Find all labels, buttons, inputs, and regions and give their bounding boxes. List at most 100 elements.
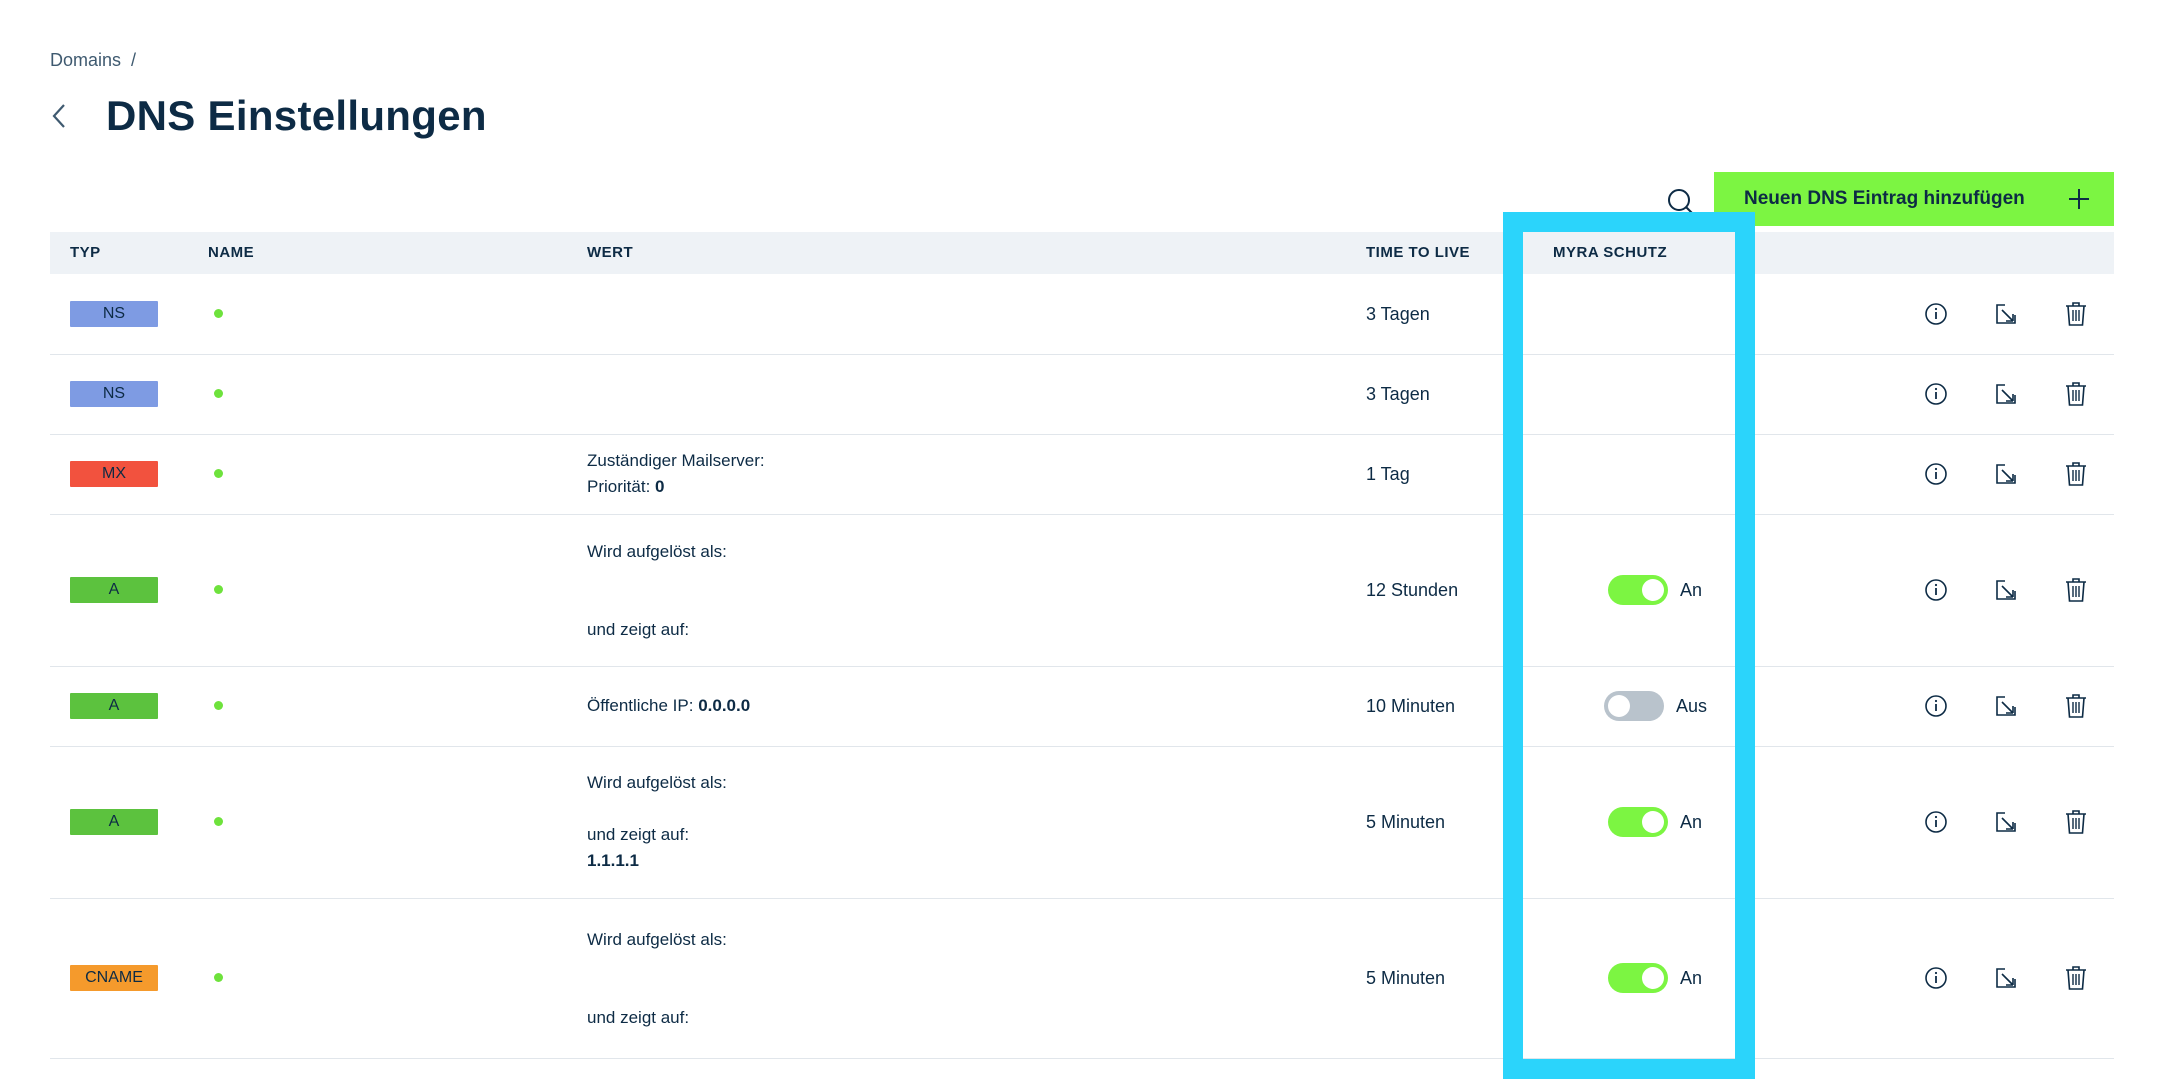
search-button[interactable] xyxy=(1665,186,1699,220)
toggle-knob xyxy=(1642,811,1664,833)
toggle-knob xyxy=(1608,695,1630,717)
edit-icon xyxy=(1996,384,2016,404)
info-button[interactable] xyxy=(1922,692,1950,720)
edit-button[interactable] xyxy=(1992,964,2020,992)
info-button[interactable] xyxy=(1922,964,1950,992)
ttl-value: 3 Tagen xyxy=(1366,303,1430,324)
toggle-knob xyxy=(1642,967,1664,989)
edit-button[interactable] xyxy=(1992,300,2020,328)
delete-button[interactable] xyxy=(2062,380,2090,408)
trash-icon xyxy=(2066,382,2086,406)
column-header-name: NAME xyxy=(208,244,255,261)
back-button[interactable] xyxy=(50,96,80,136)
edit-icon xyxy=(1996,580,2016,600)
myra-protection-label: An xyxy=(1680,579,1703,600)
myra-protection-toggle[interactable] xyxy=(1608,807,1668,837)
breadcrumb-domains-link[interactable]: Domains xyxy=(50,50,121,70)
delete-button[interactable] xyxy=(2062,808,2090,836)
name-status-dot xyxy=(214,817,223,826)
record-type-badge: A xyxy=(70,577,158,603)
breadcrumb: Domains / xyxy=(50,50,136,71)
trash-icon xyxy=(2066,578,2086,602)
table-row: CNAME Wird aufgelöst als: und zeigt auf: 5 … xyxy=(50,898,2114,1059)
title-row: DNS Einstellungen xyxy=(50,92,487,140)
edit-button[interactable] xyxy=(1992,460,2020,488)
info-icon xyxy=(1925,967,1947,989)
breadcrumb-separator: / xyxy=(131,50,137,70)
value-line: und zeigt auf: xyxy=(587,822,689,848)
name-status-dot xyxy=(214,585,223,594)
edit-button[interactable] xyxy=(1992,692,2020,720)
record-value: Wird aufgelöst als: und zeigt auf: xyxy=(587,532,727,649)
edit-icon xyxy=(1996,968,2016,988)
table-row: A Wird aufgelöst als: und zeigt auf: 12 Stu… xyxy=(50,514,2114,667)
value-line-value: 0.0.0.0 xyxy=(698,696,751,715)
table-row: A Wird aufgelöst als: und zeigt auf: 1.1.1.… xyxy=(50,746,2114,899)
ttl-value: 5 Minuten xyxy=(1366,811,1446,832)
edit-icon xyxy=(1996,464,2016,484)
ttl-value: 1 Tag xyxy=(1366,463,1410,484)
myra-protection-toggle[interactable] xyxy=(1608,575,1668,605)
info-button[interactable] xyxy=(1922,300,1950,328)
trash-icon xyxy=(2066,966,2086,990)
value-line: Zuständiger Mailserver: xyxy=(587,448,765,474)
trash-icon xyxy=(2066,462,2086,486)
record-value: Zuständiger Mailserver: Priorität: 0 xyxy=(587,448,765,500)
value-line: und zeigt auf: xyxy=(587,610,689,649)
name-status-dot xyxy=(214,309,223,318)
value-line-label: Wird aufgelöst als: xyxy=(587,541,727,561)
myra-protection-toggle[interactable] xyxy=(1604,691,1664,721)
value-line: Wird aufgelöst als: xyxy=(587,532,727,571)
value-line: und zeigt auf: xyxy=(587,998,689,1037)
column-header-ttl: TIME TO LIVE xyxy=(1366,244,1471,261)
value-line: 1.1.1.1 xyxy=(587,848,639,874)
delete-button[interactable] xyxy=(2062,576,2090,604)
edit-icon xyxy=(1996,696,2016,716)
delete-button[interactable] xyxy=(2062,692,2090,720)
chevron-left-icon xyxy=(52,104,65,128)
table-header: TYP NAME WERT TIME TO LIVE MYRA SCHUTZ xyxy=(50,232,2114,274)
add-dns-entry-label: Neuen DNS Eintrag hinzufügen xyxy=(1744,188,2025,209)
info-icon xyxy=(1925,695,1947,717)
delete-button[interactable] xyxy=(2062,460,2090,488)
record-type-badge: A xyxy=(70,693,158,719)
edit-icon xyxy=(1996,304,2016,324)
edit-button[interactable] xyxy=(1992,380,2020,408)
add-dns-entry-button[interactable]: Neuen DNS Eintrag hinzufügen xyxy=(1714,172,2114,226)
table-row: A Öffentliche IP: 0.0.0.0 10 Minuten Aus xyxy=(50,666,2114,747)
trash-icon xyxy=(2066,302,2086,326)
value-line-label: und zeigt auf: xyxy=(587,1007,690,1027)
table-row: NS 3 Tagen xyxy=(50,274,2114,355)
edit-button[interactable] xyxy=(1992,576,2020,604)
search-icon xyxy=(1668,189,1695,216)
table-row: MX Zuständiger Mailserver: Priorität: 0 1 T… xyxy=(50,434,2114,515)
info-icon xyxy=(1925,463,1947,485)
info-button[interactable] xyxy=(1922,808,1950,836)
info-button[interactable] xyxy=(1922,460,1950,488)
info-button[interactable] xyxy=(1922,576,1950,604)
column-header-typ: TYP xyxy=(70,244,101,261)
value-line-label: Zuständiger Mailserver: xyxy=(587,451,765,470)
delete-button[interactable] xyxy=(2062,300,2090,328)
value-line-value: 1.1.1.1 xyxy=(587,851,639,870)
value-line-label: und zeigt auf: xyxy=(587,825,690,844)
ttl-value: 3 Tagen xyxy=(1366,383,1430,404)
name-status-dot xyxy=(214,389,223,398)
info-button[interactable] xyxy=(1922,380,1950,408)
record-type-badge: NS xyxy=(70,381,158,407)
name-status-dot xyxy=(214,973,223,982)
myra-protection-label: An xyxy=(1680,811,1703,832)
delete-button[interactable] xyxy=(2062,964,2090,992)
value-line-label: Wird aufgelöst als: xyxy=(587,773,727,792)
page-title: DNS Einstellungen xyxy=(106,92,487,139)
value-line: Wird aufgelöst als: xyxy=(587,920,727,959)
edit-button[interactable] xyxy=(1992,808,2020,836)
info-icon xyxy=(1925,303,1947,325)
value-line-label: Öffentliche IP: xyxy=(587,696,694,715)
info-icon xyxy=(1925,579,1947,601)
record-type-badge: A xyxy=(70,809,158,835)
myra-protection-toggle[interactable] xyxy=(1608,963,1668,993)
ttl-value: 5 Minuten xyxy=(1366,967,1446,988)
table-row: NS 3 Tagen xyxy=(50,354,2114,435)
info-icon xyxy=(1925,383,1947,405)
